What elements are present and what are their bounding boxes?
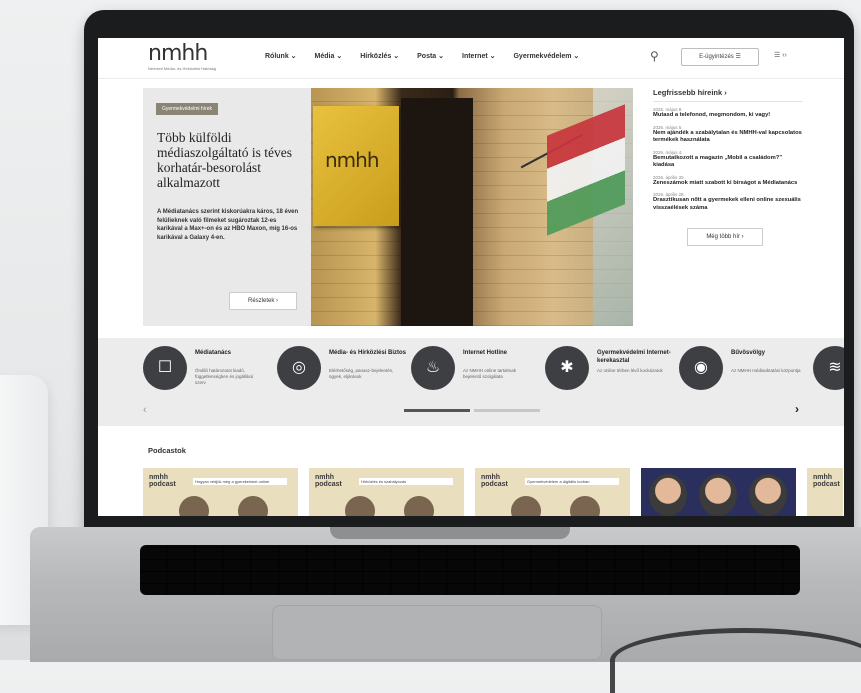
hero-image[interactable]: nmhh [311, 88, 633, 326]
site-header: nmhh Nemzeti Média- és Hírközlési Hatósá… [98, 38, 844, 79]
speaker-avatar [649, 474, 687, 516]
service-name[interactable]: Média- és Hírközlési Biztos [329, 350, 407, 358]
host-avatar [511, 496, 541, 516]
news-item[interactable]: 2026. május 4. Bemutatkozott a magazin „… [653, 150, 803, 170]
service-card[interactable]: ✱ Gyermekvédelmi Internet-kerekasztal Az… [545, 346, 675, 396]
service-desc: Önálló határozatot kiadó, függetlenségbe… [195, 368, 254, 385]
news-title[interactable]: Nem ajándék a szabálytalan és NMHH-val k… [653, 130, 803, 145]
service-card[interactable]: ◎ Média- és Hírközlési Biztos Elérhetősé… [277, 346, 407, 396]
service-card[interactable]: ☐ Médiatanács Önálló határozatot kiadó, … [143, 346, 273, 396]
laptop-screen: nmhh Nemzeti Média- és Hírközlési Hatósá… [98, 38, 844, 516]
news-item[interactable]: 2026. május 5. Nem ajándék a szabálytala… [653, 125, 803, 145]
service-name[interactable]: Médiatanács [195, 350, 273, 358]
guest-avatar [404, 496, 434, 516]
building-sign-text: nmhh [325, 148, 380, 172]
laptop-hinge [330, 527, 570, 539]
hero-section: Gyermekvédelmi hírek Több külföldi média… [143, 88, 633, 326]
news-item[interactable]: 2026. április 28. Drasztikusan nőtt a gy… [653, 192, 803, 212]
eyeglasses [610, 628, 861, 693]
podcast-card[interactable]: nmhh podcast Hogyan védjük meg a gyereke… [143, 468, 298, 516]
nav-item-rolunk[interactable]: Rólunk ⌄ [265, 52, 297, 60]
podcast-title: Hogyan védjük meg a gyerekeinket online [193, 478, 287, 485]
service-card[interactable]: ◉ Bűvösvölgy Az NMHH médiaoktatási közpo… [679, 346, 809, 396]
speaker-avatar [699, 474, 737, 516]
e-ugyintezes-button[interactable]: E-ügyintézés ☰ [681, 48, 759, 66]
monitor-icon: ☐ [143, 346, 187, 390]
carousel-indicator[interactable] [404, 409, 540, 412]
podcast-card[interactable]: nmhh podcast Gyermekvédelem a digitális … [475, 468, 630, 516]
service-card[interactable]: ♨ Internet Hotline Az NMHH online tartal… [411, 346, 541, 396]
service-desc: Az NMHH online tartalmak bejelentő szolg… [463, 368, 517, 379]
podcast-logo: nmhh podcast [813, 474, 840, 488]
buvosvolgy-icon: ◉ [679, 346, 723, 390]
host-avatar [179, 496, 209, 516]
news-title[interactable]: Mutasd a telefonod, megmondom, ki vagy! [653, 112, 803, 120]
news-title[interactable]: Bemutatkozott a magazin „Mobil a családo… [653, 155, 803, 170]
hero-text-panel: Gyermekvédelmi hírek Több külföldi média… [143, 88, 311, 326]
services-carousel: ☐ Médiatanács Önálló határozatot kiadó, … [98, 338, 844, 426]
podcast-card[interactable]: nmhh podcast Hírközlés és szabályozás [309, 468, 464, 516]
carousel-prev-arrow[interactable]: ‹ [143, 404, 147, 416]
latest-news-heading[interactable]: Legfrissebb híreink › [653, 88, 803, 102]
news-item[interactable]: 2026. május 8. Mutasd a telefonod, megmo… [653, 107, 803, 120]
nav-item-gyermekvedelem[interactable]: Gyermekvédelem ⌄ [513, 52, 579, 60]
search-icon[interactable]: ⚲ [650, 50, 662, 62]
wifi-icon: ≋ [813, 346, 844, 390]
nav-item-internet[interactable]: Internet ⌄ [462, 52, 495, 60]
service-desc: Elérhetőség, panasz-bejelentés, ügyek, e… [329, 368, 394, 379]
speaker-avatar [749, 474, 787, 516]
service-name[interactable]: Internet Hotline [463, 350, 541, 358]
logo-wordmark: nmhh [148, 41, 208, 66]
podcast-card[interactable] [641, 468, 796, 516]
touchpad [272, 605, 602, 660]
carousel-indicator-inactive[interactable] [474, 409, 540, 412]
podcast-logo: nmhh podcast [149, 474, 176, 488]
podcast-logo: nmhh podcast [315, 474, 342, 488]
logo-tagline: Nemzeti Média- és Hírközlési Hatóság [148, 66, 217, 71]
news-title[interactable]: Drasztikusan nőtt a gyermekek elleni onl… [653, 197, 803, 212]
podcast-list: nmhh podcast Hogyan védjük meg a gyereke… [143, 468, 843, 516]
latest-news: Legfrissebb híreink › 2026. május 8. Mut… [653, 88, 803, 246]
guest-avatar [238, 496, 268, 516]
podcast-logo: nmhh podcast [481, 474, 508, 488]
guest-avatar [570, 496, 600, 516]
hotline-icon: ♨ [411, 346, 455, 390]
carousel-next-arrow[interactable]: › [795, 402, 799, 416]
hero-details-button[interactable]: Részletek › [229, 292, 297, 310]
host-avatar [345, 496, 375, 516]
service-name[interactable]: Gyermekvédelmi Internet-kerekasztal [597, 350, 675, 365]
site-logo[interactable]: nmhh Nemzeti Média- és Hírközlési Hatósá… [148, 41, 217, 72]
building-sign: nmhh [313, 106, 399, 226]
news-item[interactable]: 2026. április 30. Zeneszámok miatt szabo… [653, 175, 803, 188]
podcast-card-partial[interactable]: nmhh podcast [807, 468, 843, 516]
news-title[interactable]: Zeneszámok miatt szabott ki bírságot a M… [653, 180, 803, 188]
podcast-title: Gyermekvédelem a digitális korban [525, 478, 619, 485]
keyboard [140, 545, 800, 595]
service-name[interactable]: Bűvösvölgy [731, 350, 809, 358]
podcast-title: Hírközlés és szabályozás [359, 478, 453, 485]
child-protection-icon: ✱ [545, 346, 589, 390]
service-card-partial[interactable]: ≋ [813, 346, 844, 396]
carousel-indicator-active[interactable] [404, 409, 470, 412]
nav-item-hirkozles[interactable]: Hírközlés ⌄ [360, 52, 399, 60]
hero-badge[interactable]: Gyermekvédelmi hírek [156, 103, 219, 115]
hero-description: A Médiatanács szerint kiskorúakra káros,… [157, 209, 299, 241]
nav-item-media[interactable]: Média ⌄ [315, 52, 343, 60]
nav-item-posta[interactable]: Posta ⌄ [417, 52, 444, 60]
building-door [401, 98, 473, 326]
service-desc: Az NMHH médiaoktatási központja [731, 368, 801, 373]
hero-title[interactable]: Több külföldi médiaszolgáltató is téves … [157, 130, 297, 190]
podcasts-heading: Podcastok [148, 446, 186, 455]
main-nav: Rólunk ⌄ Média ⌄ Hírközlés ⌄ Posta ⌄ Int… [265, 52, 579, 60]
service-desc: Az online térben lévő kockázatok [597, 368, 663, 373]
menu-icon[interactable]: ☰ ‹› [774, 51, 787, 59]
signal-icon: ◎ [277, 346, 321, 390]
more-news-button[interactable]: Még több hír › [687, 228, 763, 246]
